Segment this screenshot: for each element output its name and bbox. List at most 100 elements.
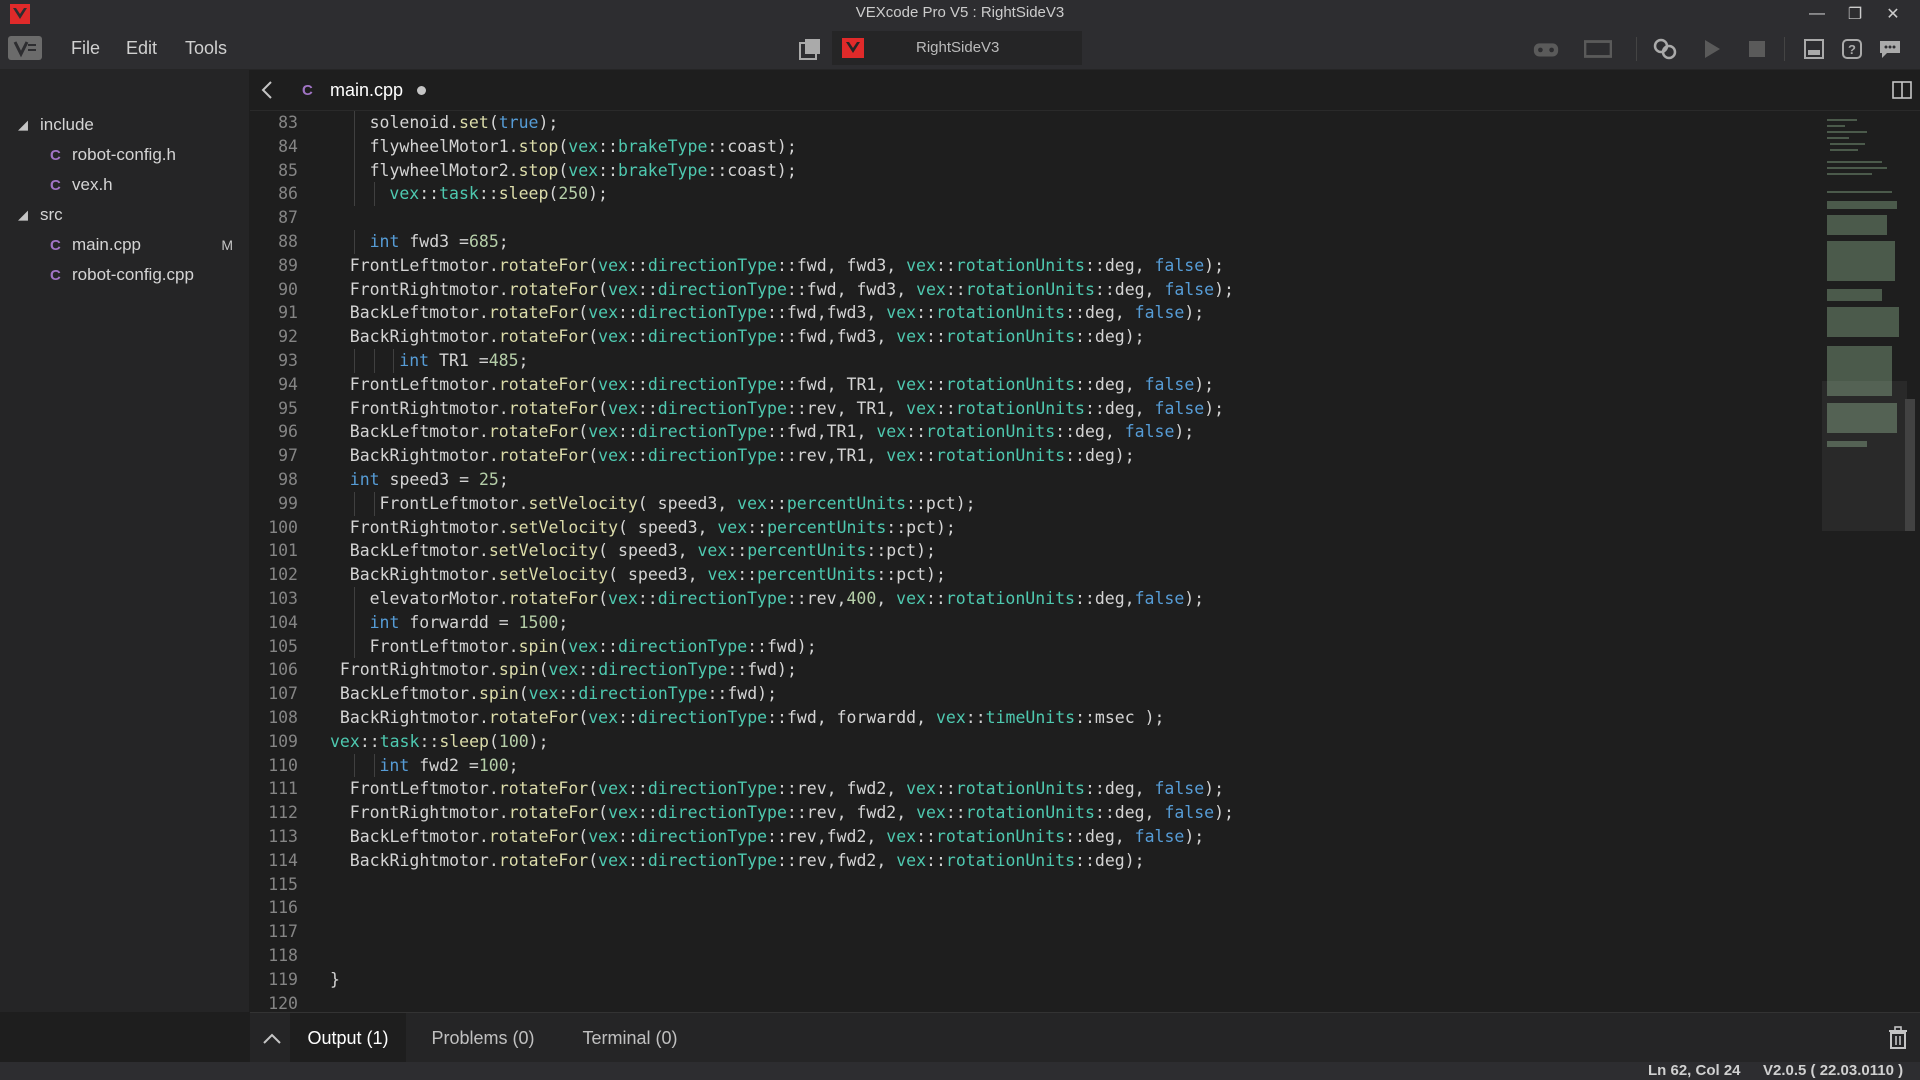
help-icon[interactable]: ? [1838, 36, 1866, 62]
trash-icon[interactable] [1888, 1026, 1908, 1050]
line-number: 119 [268, 969, 298, 989]
line-number: 86 [278, 184, 298, 204]
unsaved-dot-icon[interactable] [417, 85, 427, 95]
project-icon[interactable] [797, 36, 823, 62]
code-text: int forwardd = 1500; [369, 612, 569, 632]
version-label: V2.0.5 ( 22.03.0110 ) [1763, 1062, 1904, 1079]
indent-guide [353, 111, 355, 135]
controller-icon[interactable] [1532, 36, 1560, 62]
code-text: } [330, 969, 340, 989]
code-text: int fwd2 =100; [379, 755, 519, 775]
menu-tools[interactable]: Tools [185, 38, 227, 59]
code-text: FrontLeftmotor.rotateFor(vex::directionT… [349, 779, 1225, 799]
cpp-file-icon: C [50, 236, 61, 254]
line-number: 87 [278, 208, 298, 228]
tab-output[interactable]: Output (1) [290, 1013, 406, 1063]
indent-guide [353, 230, 355, 254]
line-number: 99 [278, 493, 298, 513]
file-label: robot-config.cpp [72, 265, 194, 284]
code-text: vex::task::sleep(250); [389, 184, 608, 204]
code-text: FrontLeftmotor.setVelocity( speed3, vex:… [379, 493, 976, 513]
code-text: FrontRightmotor.rotateFor(vex::direction… [349, 803, 1234, 823]
menu-file[interactable]: File [71, 38, 100, 59]
line-number: 90 [278, 279, 298, 299]
line-number: 107 [268, 684, 298, 704]
line-number: 106 [268, 660, 298, 680]
line-number: 84 [278, 136, 298, 156]
chevron-up-icon[interactable] [260, 1027, 284, 1051]
device-info-icon[interactable] [1800, 36, 1828, 62]
code-text: FrontLeftmotor.rotateFor(vex::directionT… [349, 374, 1215, 394]
indent-guide [353, 182, 355, 207]
indent-guide [353, 753, 355, 778]
code-text: BackRightmotor.rotateFor(vex::directionT… [349, 446, 1135, 466]
stop-icon[interactable] [1743, 36, 1771, 62]
build-icon[interactable] [1651, 36, 1679, 62]
tree-folder-include[interactable]: ◢ include [18, 112, 94, 138]
indent-guide [353, 634, 355, 659]
maximize-icon[interactable]: ❐ [1836, 0, 1874, 27]
play-icon[interactable] [1698, 36, 1726, 62]
line-number: 83 [278, 113, 298, 132]
vex-logo-icon [842, 38, 864, 58]
line-number: 97 [278, 446, 298, 466]
tree-file-vex-h[interactable]: C vex.h [50, 172, 113, 198]
code-text: vex::task::sleep(100); [330, 731, 549, 751]
code-text: flywheelMotor1.stop(vex::brakeType::coas… [369, 136, 797, 156]
line-number: 93 [278, 351, 298, 370]
indent-guide [353, 610, 355, 635]
brain-icon[interactable] [1584, 36, 1612, 62]
code-editor[interactable]: 83 solenoid.set(true); 84 flywheelMotor1.st… [250, 111, 1820, 1011]
tab-terminal[interactable]: Terminal (0) [560, 1013, 700, 1063]
code-text: int TR1 =485; [399, 351, 529, 370]
cursor-position[interactable]: Ln 62, Col 24 [1648, 1062, 1741, 1080]
line-number: 112 [268, 803, 298, 823]
back-arrow-icon[interactable] [256, 78, 278, 102]
cpp-file-icon: C [50, 266, 61, 284]
modified-badge: M [221, 237, 233, 253]
line-number: 105 [268, 636, 298, 656]
close-icon[interactable]: ✕ [1874, 0, 1912, 27]
title-bar: VEXcode Pro V5 : RightSideV3 — ❐ ✕ [0, 0, 1920, 27]
file-label: main.cpp [72, 235, 141, 254]
tree-file-robot-config-h[interactable]: C robot-config.h [50, 142, 176, 168]
tab-problems[interactable]: Problems (0) [408, 1013, 558, 1063]
status-bar: Ln 62, Col 24 V2.0.5 ( 22.03.0110 ) [0, 1062, 1920, 1080]
split-editor-icon[interactable] [1892, 80, 1912, 100]
line-number: 109 [268, 731, 298, 751]
tab-main-cpp[interactable]: C main.cpp [288, 70, 458, 110]
tree-folder-src[interactable]: ◢ src [18, 202, 63, 228]
line-number: 94 [278, 374, 298, 394]
window-title: VEXcode Pro V5 : RightSideV3 [855, 4, 1065, 21]
cpp-file-icon: C [302, 81, 313, 99]
line-number: 114 [268, 850, 298, 870]
cpp-file-icon: C [50, 146, 61, 164]
line-number: 101 [268, 541, 298, 561]
indent-guide [353, 349, 355, 373]
file-explorer: ◢ include C robot-config.h C vex.h ◢ src… [0, 70, 249, 1012]
code-text: BackRightmotor.rotateFor(vex::directionT… [349, 327, 1145, 347]
menu-edit[interactable]: Edit [126, 38, 157, 59]
feedback-icon[interactable] [1876, 36, 1904, 62]
panel-tab-bar: Output (1) Problems (0) Terminal (0) [250, 1012, 1920, 1063]
line-number: 98 [278, 470, 298, 489]
minimize-icon[interactable]: — [1798, 0, 1836, 27]
vex-menu-icon[interactable] [8, 36, 42, 60]
line-number: 111 [268, 779, 298, 799]
indent-guide [393, 349, 395, 373]
vertical-scrollbar[interactable] [1905, 111, 1915, 1011]
minimap[interactable] [1822, 111, 1907, 531]
line-number: 108 [268, 708, 298, 727]
project-name: RightSideV3 [916, 39, 1000, 56]
line-number: 100 [268, 517, 298, 537]
code-text: flywheelMotor2.stop(vex::brakeType::coas… [369, 160, 797, 180]
indent-guide [373, 182, 375, 207]
collapse-icon: ◢ [18, 117, 28, 132]
code-text: BackRightmotor.rotateFor(vex::directionT… [339, 708, 1165, 727]
project-selector[interactable]: RightSideV3 [832, 31, 1082, 65]
code-text: FrontRightmotor.setVelocity( speed3, vex… [349, 517, 956, 537]
tree-file-robot-config-cpp[interactable]: C robot-config.cpp [50, 262, 194, 288]
tree-file-main-cpp[interactable]: C main.cpp [50, 232, 141, 258]
scroll-thumb[interactable] [1905, 399, 1915, 531]
code-text: FrontLeftmotor.spin(vex::directionType::… [369, 636, 817, 656]
